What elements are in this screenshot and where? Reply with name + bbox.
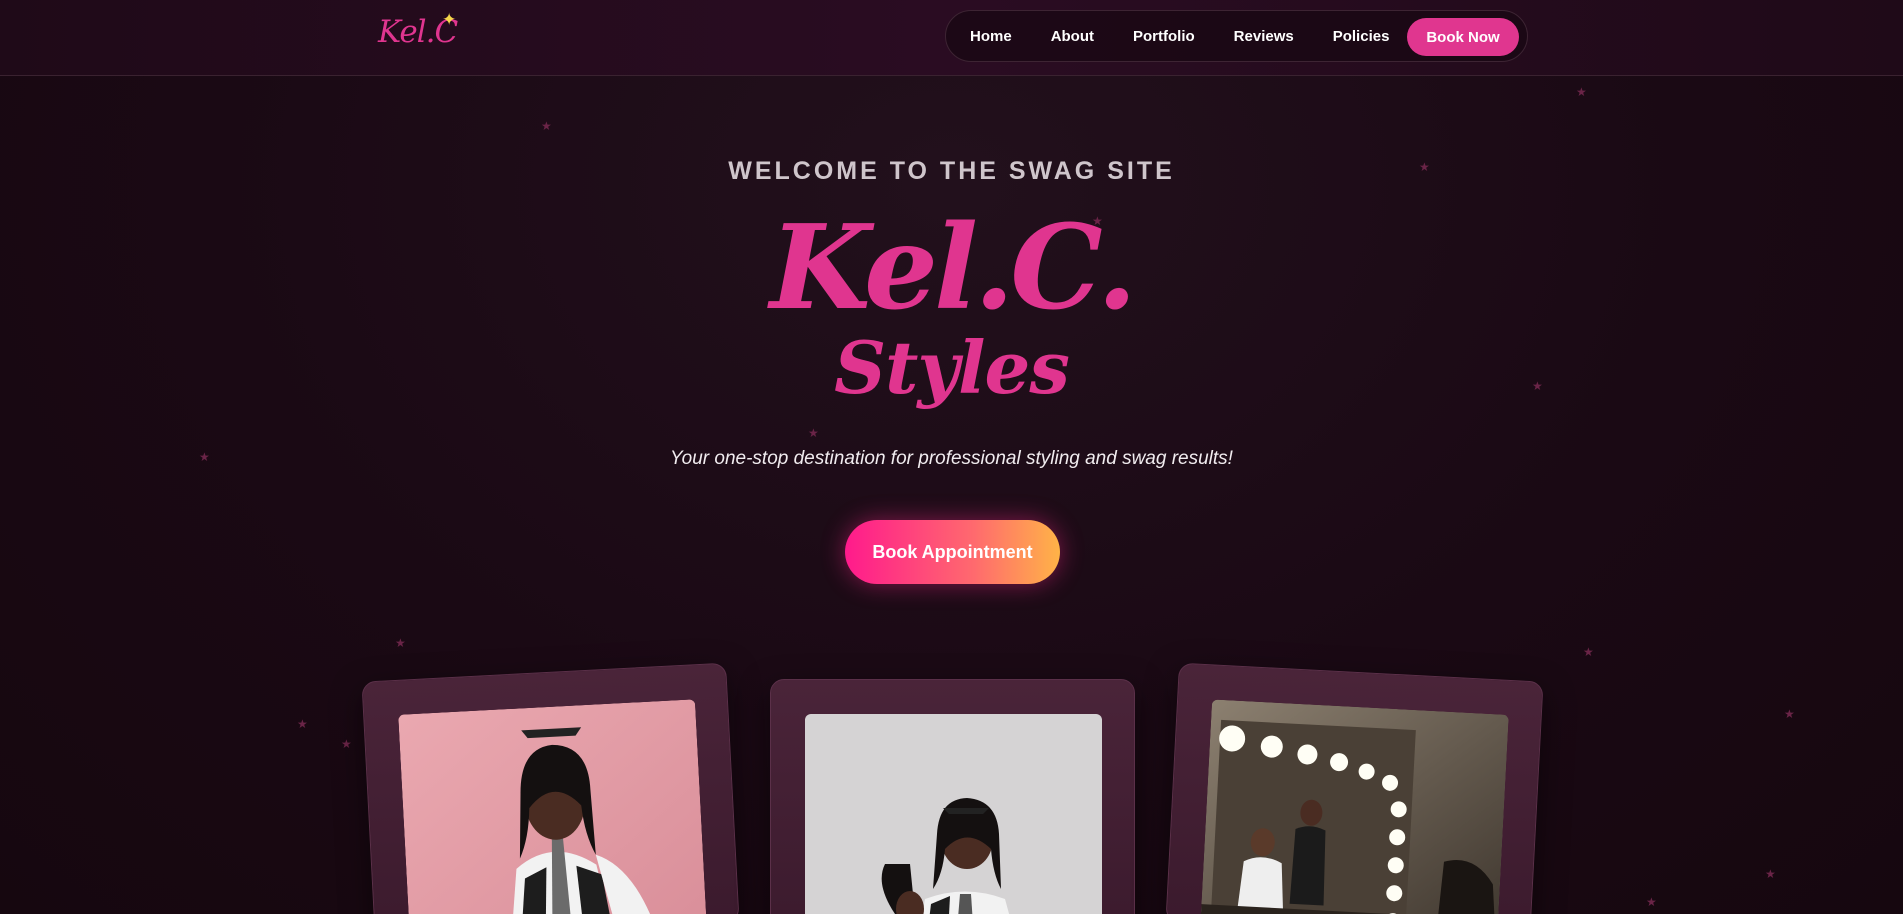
star-icon: ★	[808, 426, 819, 440]
gallery-card[interactable]	[361, 662, 740, 914]
book-now-button[interactable]: Book Now	[1407, 18, 1519, 56]
star-icon: ★	[1646, 895, 1657, 909]
nav-portfolio[interactable]: Portfolio	[1133, 28, 1195, 45]
tagline: Your one-stop destination for profession…	[670, 448, 1233, 469]
nav-reviews[interactable]: Reviews	[1234, 28, 1294, 45]
star-icon: ★	[1765, 867, 1776, 881]
nav-about[interactable]: About	[1051, 28, 1094, 45]
book-appointment-button[interactable]: Book Appointment	[845, 520, 1060, 584]
star-icon: ★	[341, 737, 352, 751]
brand-title: Kel.C.	[769, 200, 1137, 336]
gallery-photo	[805, 714, 1102, 914]
star-icon: ★	[297, 717, 308, 731]
site-header: Kel.C ✦ Home About Portfolio Reviews Pol…	[0, 0, 1903, 76]
star-icon: ★	[1583, 645, 1594, 659]
welcome-heading: WELCOME TO THE SWAG SITE	[728, 157, 1175, 185]
star-icon: ★	[395, 636, 406, 650]
gallery-card[interactable]	[770, 679, 1135, 914]
gallery-card[interactable]	[1165, 662, 1544, 914]
page: Kel.C ✦ Home About Portfolio Reviews Pol…	[0, 0, 1903, 914]
star-icon: ★	[1576, 85, 1587, 99]
gallery-photo	[398, 699, 708, 914]
nav-home[interactable]: Home	[970, 28, 1012, 45]
gallery-photo	[1199, 699, 1509, 914]
star-icon: ★	[1784, 707, 1795, 721]
nav-policies[interactable]: Policies	[1333, 28, 1390, 45]
brand-subtitle: Styles	[834, 325, 1070, 410]
sparkle-icon: ✦	[442, 10, 457, 29]
star-icon: ★	[541, 119, 552, 133]
main-nav: Home About Portfolio Reviews Policies Bo…	[945, 10, 1528, 62]
